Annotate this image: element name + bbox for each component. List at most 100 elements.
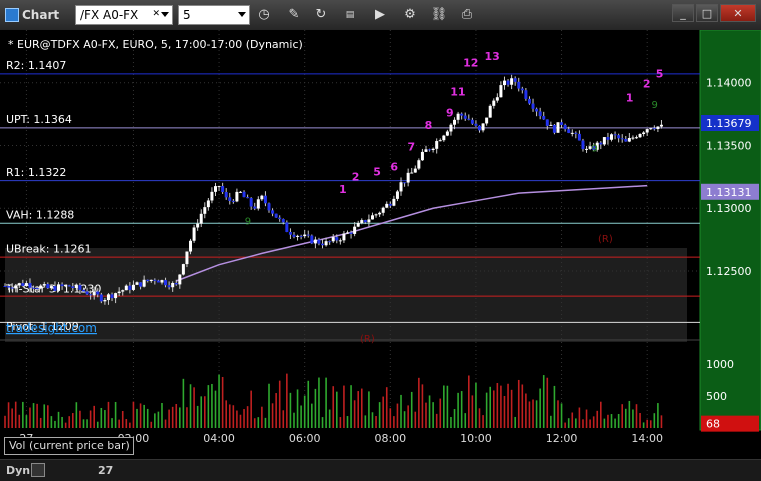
candle-body bbox=[242, 191, 246, 198]
candle-body bbox=[649, 128, 653, 130]
chevron-down-icon[interactable] bbox=[161, 12, 169, 17]
candle-body bbox=[167, 285, 171, 288]
symbol-combo[interactable]: /FX A0-FX ✕ bbox=[75, 5, 173, 25]
candle-body bbox=[417, 160, 421, 169]
candle-body bbox=[335, 237, 339, 241]
candle-body bbox=[281, 219, 285, 223]
candle-body bbox=[328, 241, 332, 243]
candle-body bbox=[96, 291, 100, 295]
volume-label: Vol (current price bar) bbox=[9, 439, 130, 452]
candle-body bbox=[17, 283, 21, 286]
window-title: Chart bbox=[22, 8, 60, 22]
candle-body bbox=[110, 294, 114, 299]
price-chart[interactable]: R2: 1.1407 UPT: 1.1364 R1: 1.1322 VAH: 1.12… bbox=[0, 30, 761, 461]
candle-body bbox=[296, 235, 300, 237]
candle-body bbox=[502, 80, 506, 86]
settings-icon[interactable]: ⚙ bbox=[400, 6, 420, 24]
candle-body bbox=[32, 287, 36, 289]
pencil-icon[interactable]: ✎ bbox=[284, 6, 304, 24]
print-icon[interactable]: ⎙ bbox=[457, 6, 477, 24]
play-icon[interactable]: ▶ bbox=[370, 6, 390, 24]
candle-body bbox=[659, 124, 663, 127]
sequence-number: 1 bbox=[626, 92, 634, 105]
candle-body bbox=[288, 231, 292, 235]
candle-body bbox=[642, 132, 646, 135]
date-label: 27 bbox=[98, 464, 114, 477]
time-tick-label: 04:00 bbox=[203, 432, 235, 445]
maximize-button[interactable]: □ bbox=[696, 4, 718, 22]
period-combo[interactable]: 5 bbox=[178, 5, 250, 25]
zoom-icon[interactable] bbox=[31, 463, 45, 477]
link-icon[interactable]: ⛓ bbox=[429, 6, 449, 24]
candle-body bbox=[278, 217, 282, 220]
candle-body bbox=[67, 285, 71, 287]
close-button[interactable]: ✕ bbox=[720, 4, 756, 22]
candle-body bbox=[217, 186, 221, 188]
candle-body bbox=[267, 203, 271, 211]
candle-body bbox=[531, 103, 535, 109]
candle-body bbox=[135, 282, 139, 285]
candle-body bbox=[346, 232, 349, 234]
level-label: UBreak: 1.1261 bbox=[6, 242, 91, 255]
minimize-button[interactable]: _ bbox=[672, 4, 694, 22]
candle-body bbox=[542, 116, 546, 120]
candle-body bbox=[438, 140, 442, 142]
candle-body bbox=[153, 279, 157, 281]
candle-body bbox=[567, 129, 571, 133]
candle-body bbox=[478, 125, 482, 131]
candle-body bbox=[563, 124, 567, 130]
candle-body bbox=[28, 283, 32, 288]
candle-body bbox=[160, 280, 164, 283]
mode-label[interactable]: Dyn bbox=[6, 464, 30, 477]
time-tick-label: 12:00 bbox=[546, 432, 578, 445]
candle-body bbox=[585, 148, 589, 150]
candle-body bbox=[410, 172, 414, 174]
candle-body bbox=[185, 251, 189, 265]
candle-body bbox=[499, 85, 503, 98]
symbol-value: /FX A0-FX bbox=[80, 8, 139, 22]
candle-body bbox=[10, 287, 14, 289]
chevron-down-icon[interactable] bbox=[238, 12, 246, 17]
candle-body bbox=[549, 124, 553, 126]
candle-body bbox=[249, 198, 253, 207]
price-tick-label: 1.13500 bbox=[706, 139, 752, 152]
candle-body bbox=[221, 186, 225, 193]
sequence-number: 8 bbox=[425, 119, 433, 132]
candle-body bbox=[189, 240, 193, 252]
volume-tick-label: 500 bbox=[706, 390, 727, 403]
green-count: 9 bbox=[245, 217, 251, 228]
green-count: 9 bbox=[592, 144, 598, 155]
refresh-icon[interactable]: ↻ bbox=[311, 6, 331, 24]
price-tick-label: 1.12500 bbox=[706, 265, 752, 278]
candle-body bbox=[14, 285, 18, 289]
candle-body bbox=[39, 285, 43, 289]
candle-body bbox=[613, 134, 617, 136]
candle-body bbox=[231, 200, 235, 202]
candle-body bbox=[303, 234, 307, 237]
candle-body bbox=[488, 105, 492, 118]
candle-body bbox=[388, 203, 392, 206]
sequence-number: 1 bbox=[339, 183, 347, 196]
candle-body bbox=[3, 286, 7, 288]
candle-body bbox=[342, 233, 346, 241]
candle-body bbox=[420, 151, 424, 161]
clock-icon[interactable]: ◷ bbox=[254, 6, 274, 24]
candle-body bbox=[53, 286, 57, 291]
candle-body bbox=[310, 235, 314, 244]
candle-body bbox=[331, 237, 335, 242]
candle-body bbox=[99, 294, 103, 302]
candle-body bbox=[131, 284, 135, 290]
candle-body bbox=[610, 134, 614, 140]
candle-body bbox=[581, 140, 585, 150]
studies-icon[interactable]: ▤ bbox=[340, 6, 360, 24]
candle-body bbox=[638, 134, 642, 138]
candle-body bbox=[556, 122, 560, 133]
candle-body bbox=[652, 128, 656, 130]
sequence-number: 7 bbox=[407, 140, 415, 153]
candle-body bbox=[634, 137, 638, 139]
candle-body bbox=[271, 210, 275, 214]
candle-body bbox=[171, 282, 175, 288]
candle-body bbox=[139, 282, 143, 287]
clear-icon[interactable]: ✕ bbox=[152, 9, 160, 19]
candle-body bbox=[602, 137, 606, 145]
